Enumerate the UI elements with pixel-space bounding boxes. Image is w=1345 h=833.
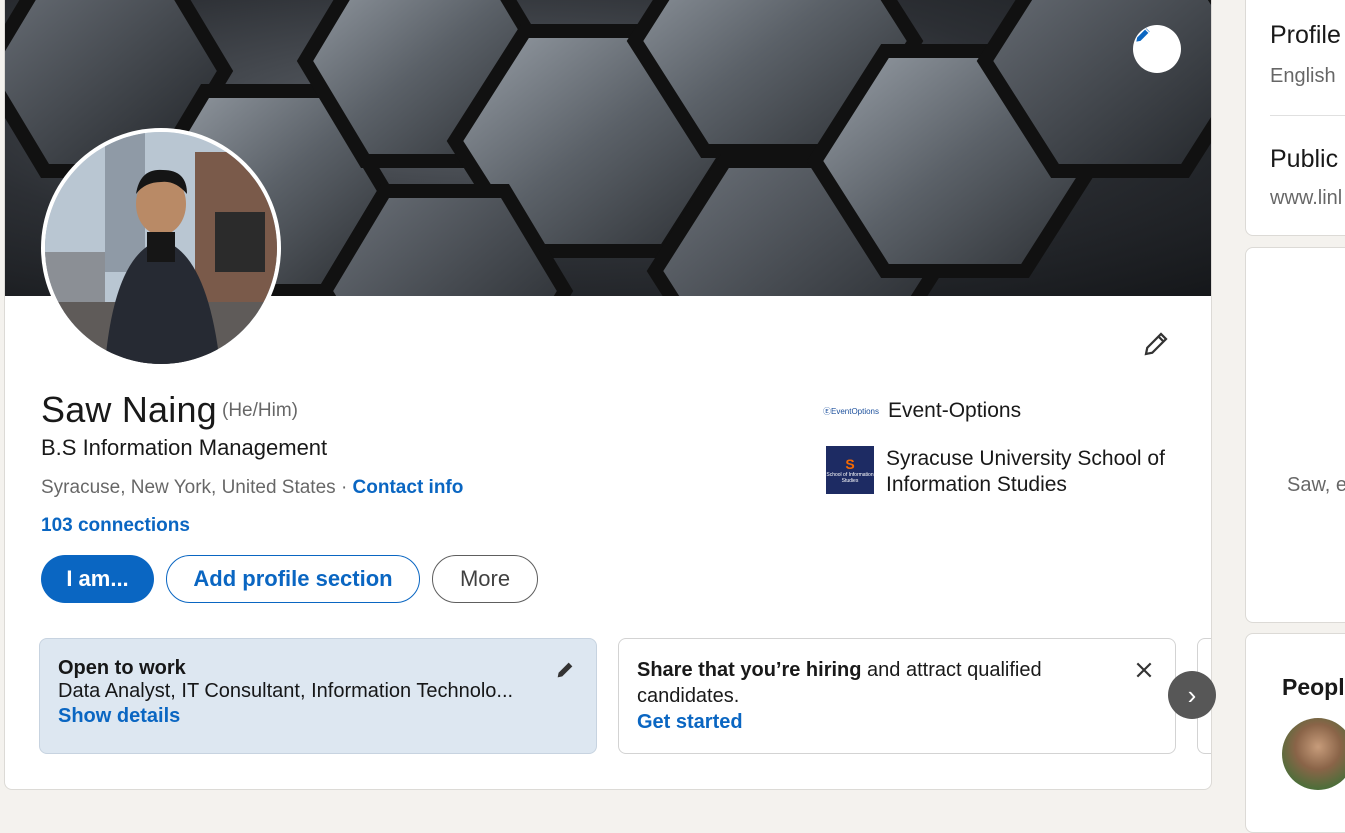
profile-language-value: English <box>1270 65 1336 87</box>
hiring-text-line2: candidates. <box>637 685 740 707</box>
open-to-button[interactable]: I am... <box>41 555 154 603</box>
more-button[interactable]: More <box>432 555 538 603</box>
hiring-text-line1: Share that you’re hiring and attract qua… <box>637 657 1157 683</box>
people-card: People <box>1245 633 1345 833</box>
headline: B.S Information Management <box>41 435 328 460</box>
affiliation-name-line2: Information Studies <box>886 473 1067 496</box>
profile-language-title: Profile <box>1270 21 1341 49</box>
dismiss-hiring-button[interactable] <box>1131 657 1157 683</box>
affiliation-name-line1: Syracuse University School of <box>886 447 1165 470</box>
separator: · <box>340 477 348 498</box>
carousel-next-button[interactable]: › <box>1168 671 1216 719</box>
affiliation-name: Syracuse University School of Informatio… <box>886 446 1165 498</box>
people-title: People <box>1282 674 1345 700</box>
open-to-work-roles: Data Analyst, IT Consultant, Information… <box>58 680 514 702</box>
public-profile-url[interactable]: www.linl <box>1270 187 1342 210</box>
profile-settings-card: Profile English Public www.linl <box>1245 0 1345 236</box>
hiring-bold: Share that you’re hiring <box>637 659 862 681</box>
location: Syracuse, New York, United States <box>41 477 336 498</box>
pencil-icon <box>1136 28 1150 42</box>
close-icon <box>1136 662 1152 678</box>
event-options-logo: ⒺEventOptions <box>822 406 880 416</box>
ad-text: Saw, e <box>1287 474 1345 496</box>
ad-card: Saw, e <box>1245 247 1345 623</box>
pencil-icon <box>557 662 573 678</box>
connections-link[interactable]: 103 connections <box>41 515 190 537</box>
add-profile-section-button[interactable]: Add profile section <box>166 555 420 603</box>
hiring-rest: and attract qualified <box>861 659 1042 681</box>
open-to-work-card: Open to work Data Analyst, IT Consultant… <box>39 638 597 754</box>
affiliation-event-options[interactable]: ⒺEventOptions Event-Options <box>822 398 1022 424</box>
affiliation-name: Event-Options <box>888 399 1022 422</box>
get-started-link[interactable]: Get started <box>637 711 1157 734</box>
person-avatar[interactable] <box>1282 718 1345 790</box>
public-profile-title: Public <box>1270 145 1339 173</box>
profile-card: Saw Naing (He/Him) B.S Information Manag… <box>4 0 1212 790</box>
affiliation-syracuse-university[interactable]: S School of Information Studies Syracuse… <box>826 446 1165 498</box>
edit-intro-button[interactable] <box>1138 326 1174 362</box>
location-row: Syracuse, New York, United States · Cont… <box>41 477 463 499</box>
divider <box>1270 115 1345 116</box>
pencil-icon <box>1144 332 1168 356</box>
profile-name: Saw Naing <box>41 389 217 430</box>
contact-info-link[interactable]: Contact info <box>353 477 464 498</box>
syracuse-logo-letter: S <box>845 456 855 472</box>
open-to-work-title: Open to work <box>58 657 186 679</box>
edit-open-to-work-button[interactable] <box>552 657 578 683</box>
show-details-link[interactable]: Show details <box>58 705 578 728</box>
chevron-right-icon: › <box>1187 679 1197 710</box>
syracuse-logo: S School of Information Studies <box>826 446 874 494</box>
hiring-card: Share that you’re hiring and attract qua… <box>618 638 1176 754</box>
profile-photo[interactable] <box>41 128 281 368</box>
pronouns: (He/Him) <box>222 400 298 421</box>
edit-cover-button[interactable] <box>1133 25 1181 73</box>
profile-photo-image <box>45 132 277 364</box>
syracuse-logo-caption: School of Information Studies <box>826 472 874 484</box>
